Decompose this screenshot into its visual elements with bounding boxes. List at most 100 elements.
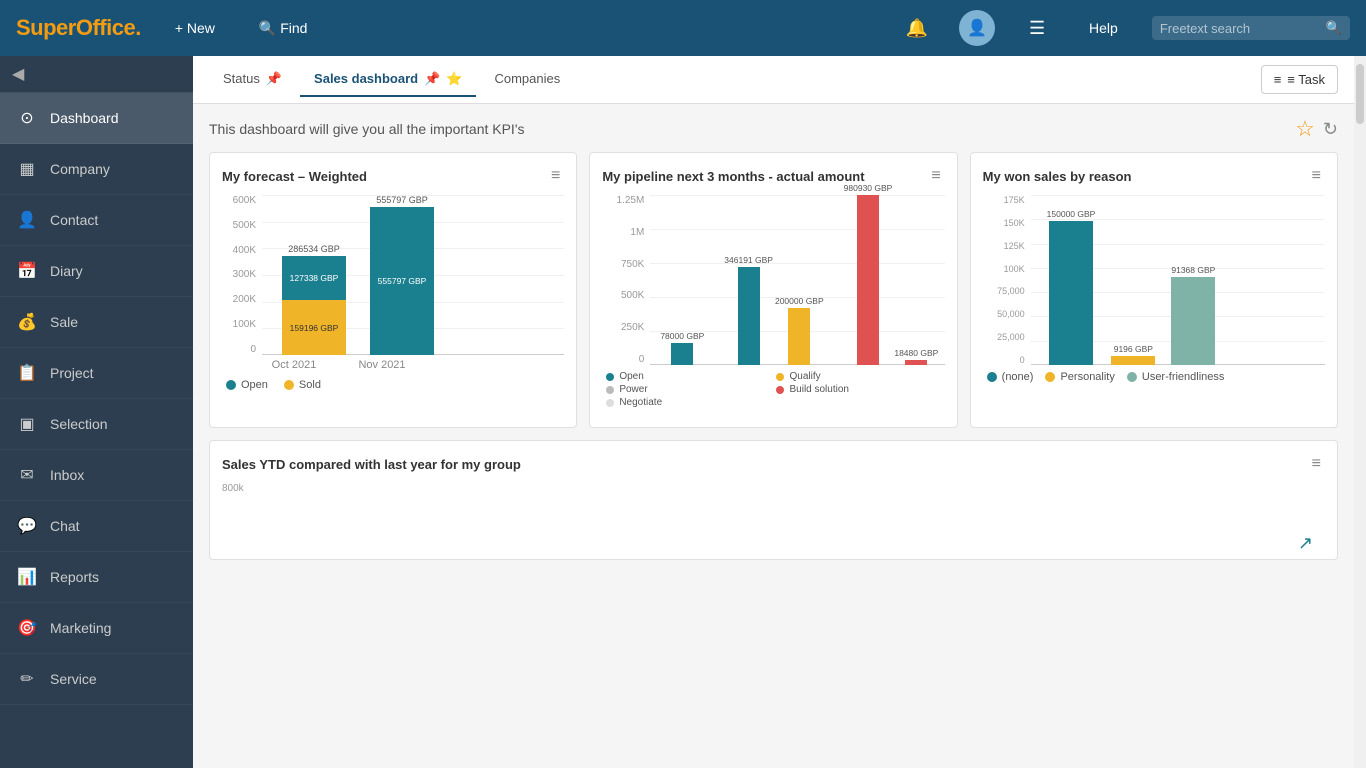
- sidebar-item-selection[interactable]: ▣ Selection: [0, 399, 193, 450]
- sidebar-item-diary[interactable]: 📅 Diary: [0, 246, 193, 297]
- ytd-chart-area: ↗: [222, 494, 1325, 554]
- forecast-y-axis: 600K 500K 400K 300K 200K 100K 0: [222, 195, 260, 355]
- tab-companies[interactable]: Companies: [480, 63, 574, 96]
- marketing-icon: 🎯: [16, 617, 38, 639]
- pipeline-group-2: 346191 GBP 200000 GBP: [724, 255, 823, 365]
- help-button[interactable]: Help: [1079, 14, 1128, 42]
- forecast-chart-card: My forecast – Weighted ≡ 600K 500K 400K …: [209, 152, 577, 428]
- pipeline-chart-title: My pipeline next 3 months - actual amoun…: [602, 169, 864, 184]
- diary-icon: 📅: [16, 260, 38, 282]
- chat-icon: 💬: [16, 515, 38, 537]
- sidebar-label-dashboard: Dashboard: [50, 110, 119, 126]
- dashboard-header: This dashboard will give you all the imp…: [209, 116, 1338, 142]
- sidebar-label-chat: Chat: [50, 518, 80, 534]
- selection-icon: ▣: [16, 413, 38, 435]
- company-icon: ▦: [16, 158, 38, 180]
- sidebar-item-service[interactable]: ✏ Service: [0, 654, 193, 705]
- tab-sales-dashboard[interactable]: Sales dashboard 📌 ⭐: [300, 63, 476, 97]
- sidebar-label-project: Project: [50, 365, 94, 381]
- contact-icon: 👤: [16, 209, 38, 231]
- scrollbar-thumb[interactable]: [1356, 64, 1364, 124]
- top-navigation: SuperOffice. + New 🔍 Find 🔔 👤 ☰ Help 🔍: [0, 0, 1366, 56]
- reports-icon: 📊: [16, 566, 38, 588]
- ytd-card: Sales YTD compared with last year for my…: [209, 440, 1338, 560]
- task-icon: ≡: [1274, 72, 1282, 87]
- chart-grid: My forecast – Weighted ≡ 600K 500K 400K …: [209, 152, 1338, 428]
- search-input[interactable]: [1160, 21, 1320, 36]
- dashboard-description: This dashboard will give you all the imp…: [209, 121, 525, 137]
- legend-open: Open: [226, 379, 268, 391]
- sidebar-label-contact: Contact: [50, 212, 98, 228]
- won-sales-chart-title: My won sales by reason: [983, 169, 1132, 184]
- task-button[interactable]: ≡ ≡ Task: [1261, 65, 1338, 94]
- sidebar-item-chat[interactable]: 💬 Chat: [0, 501, 193, 552]
- dashboard-icon: ⊙: [16, 107, 38, 129]
- sidebar-collapse-section: ◀: [0, 56, 193, 93]
- sidebar-item-project[interactable]: 📋 Project: [0, 348, 193, 399]
- pipeline-y-axis: 1.25M 1M 750K 500K 250K 0: [602, 195, 648, 365]
- ytd-chart-title: Sales YTD compared with last year for my…: [222, 457, 521, 472]
- star-tab-icon: ⭐: [446, 71, 462, 87]
- forecast-legend: Open Sold: [222, 379, 564, 391]
- pipeline-legend: Open Qualify Power: [602, 371, 944, 408]
- menu-button[interactable]: ☰: [1019, 10, 1055, 46]
- new-button[interactable]: + New: [165, 14, 225, 42]
- sidebar-item-marketing[interactable]: 🎯 Marketing: [0, 603, 193, 654]
- won-sales-chart-header: My won sales by reason ≡: [983, 165, 1325, 187]
- sidebar: ◀ ⊙ Dashboard ▦ Company 👤 Contact 📅 Diar…: [0, 56, 193, 768]
- search-icon: 🔍: [1326, 20, 1342, 36]
- ytd-menu-button[interactable]: ≡: [1308, 453, 1325, 475]
- sale-icon: 💰: [16, 311, 38, 333]
- tab-sales-label: Sales dashboard: [314, 71, 418, 86]
- service-icon: ✏: [16, 668, 38, 690]
- pipeline-group-3: 980930 GBP 18480 GBP: [844, 183, 939, 365]
- sidebar-label-inbox: Inbox: [50, 467, 84, 483]
- tab-bar: Status 📌 Sales dashboard 📌 ⭐ Companies ≡…: [193, 56, 1354, 104]
- legend-sold: Sold: [284, 379, 321, 391]
- sidebar-item-inbox[interactable]: ✉ Inbox: [0, 450, 193, 501]
- won-bar-none: 150000 GBP: [1047, 209, 1096, 365]
- sidebar-item-company[interactable]: ▦ Company: [0, 144, 193, 195]
- ytd-chart-icon[interactable]: ↗: [1298, 533, 1313, 554]
- app-logo: SuperOffice.: [16, 15, 141, 41]
- forecast-menu-button[interactable]: ≡: [547, 165, 564, 187]
- task-label: ≡ Task: [1287, 72, 1325, 87]
- dashboard-actions: ☆ ↻: [1295, 116, 1338, 142]
- pipeline-group-1: 78000 GBP: [660, 331, 704, 365]
- refresh-icon[interactable]: ↻: [1323, 119, 1338, 140]
- won-bar-personality: 9196 GBP: [1111, 344, 1155, 365]
- user-avatar[interactable]: 👤: [959, 10, 995, 46]
- pipeline-chart-card: My pipeline next 3 months - actual amoun…: [589, 152, 957, 428]
- favorite-star-icon[interactable]: ☆: [1295, 116, 1315, 142]
- forecast-x-axis: Oct 2021 Nov 2021: [222, 355, 564, 371]
- pin-icon: 📌: [266, 71, 282, 87]
- forecast-chart-title: My forecast – Weighted: [222, 169, 367, 184]
- sidebar-item-reports[interactable]: 📊 Reports: [0, 552, 193, 603]
- tab-companies-label: Companies: [494, 71, 560, 86]
- search-box: 🔍: [1152, 16, 1350, 40]
- sidebar-label-service: Service: [50, 671, 97, 687]
- ytd-card-header: Sales YTD compared with last year for my…: [222, 453, 1325, 475]
- forecast-chart: 600K 500K 400K 300K 200K 100K 0: [222, 195, 564, 395]
- won-y-axis: 175K 150K 125K 100K 75,000 50,000 25,000…: [983, 195, 1029, 365]
- find-button[interactable]: 🔍 Find: [249, 14, 318, 43]
- sidebar-item-sale[interactable]: 💰 Sale: [0, 297, 193, 348]
- content-area: Status 📌 Sales dashboard 📌 ⭐ Companies ≡…: [193, 56, 1354, 768]
- won-sales-chart-card: My won sales by reason ≡ 175K 150K 125K …: [970, 152, 1338, 428]
- sidebar-label-selection: Selection: [50, 416, 108, 432]
- sidebar-label-reports: Reports: [50, 569, 99, 585]
- notifications-button[interactable]: 🔔: [899, 10, 935, 46]
- tab-status[interactable]: Status 📌: [209, 63, 296, 97]
- sidebar-label-marketing: Marketing: [50, 620, 111, 636]
- sidebar-item-contact[interactable]: 👤 Contact: [0, 195, 193, 246]
- won-sales-menu-button[interactable]: ≡: [1308, 165, 1325, 187]
- inbox-icon: ✉: [16, 464, 38, 486]
- project-icon: 📋: [16, 362, 38, 384]
- main-layout: ◀ ⊙ Dashboard ▦ Company 👤 Contact 📅 Diar…: [0, 56, 1366, 768]
- sidebar-label-company: Company: [50, 161, 110, 177]
- won-bar-uf: 91368 GBP: [1171, 265, 1215, 365]
- sidebar-item-dashboard[interactable]: ⊙ Dashboard: [0, 93, 193, 144]
- pipeline-chart: 1.25M 1M 750K 500K 250K 0: [602, 195, 944, 415]
- scrollbar[interactable]: [1354, 56, 1366, 768]
- sidebar-collapse-button[interactable]: ◀: [12, 64, 24, 84]
